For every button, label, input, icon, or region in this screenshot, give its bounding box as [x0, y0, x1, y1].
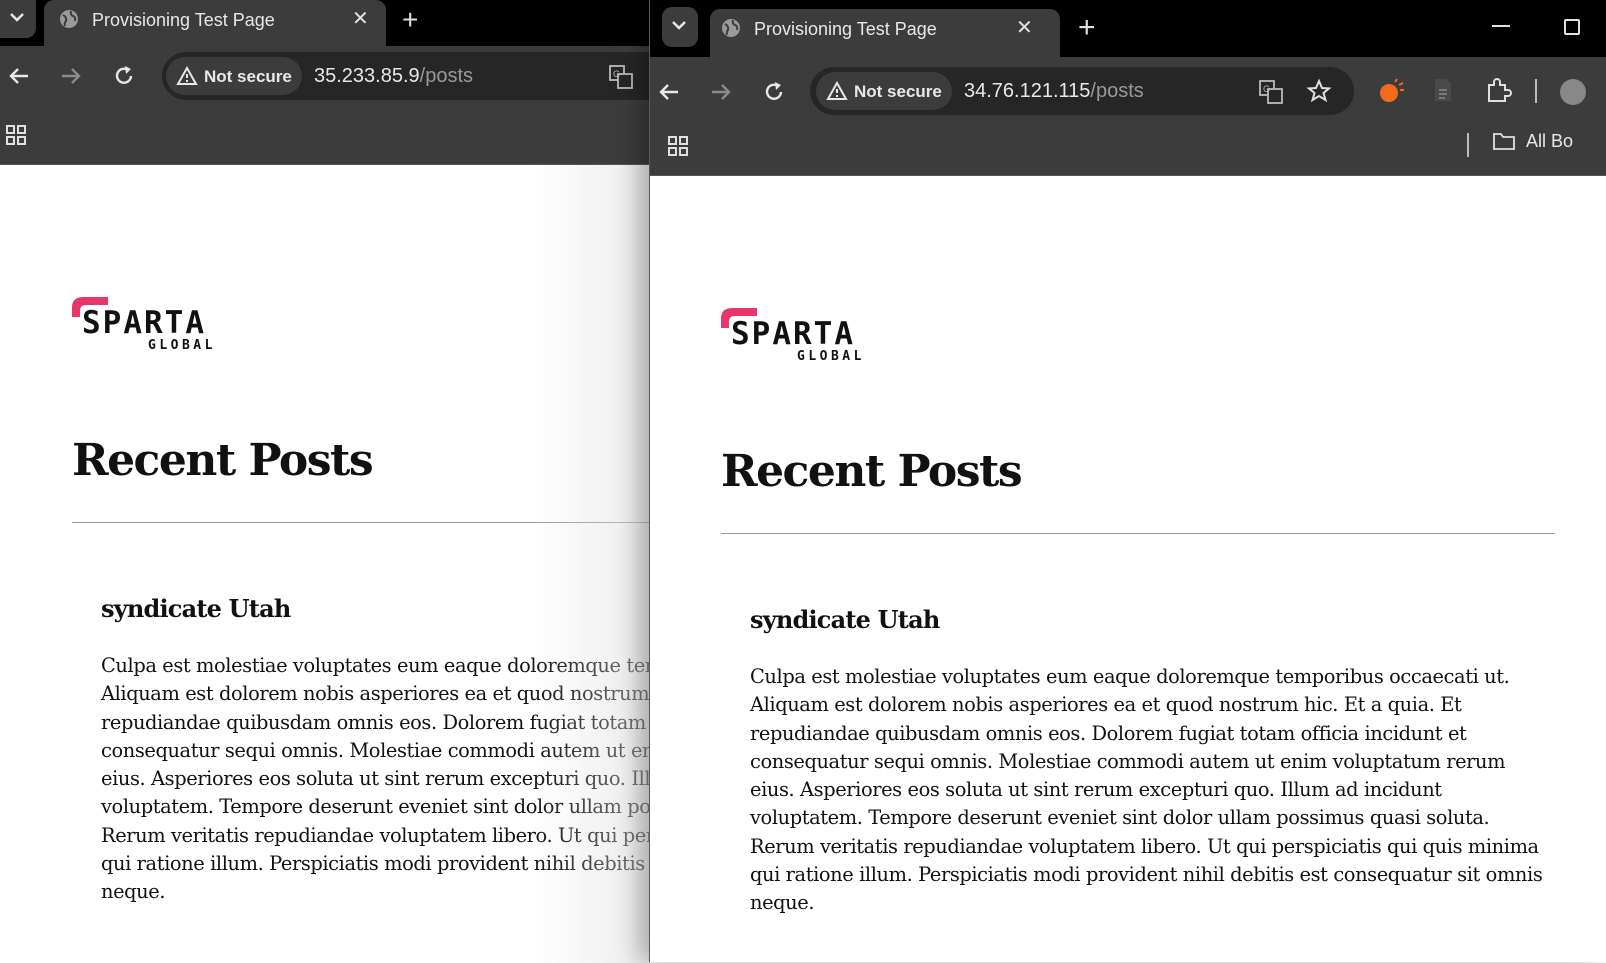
logo-main-text: SPARTA	[731, 316, 855, 352]
maximize-icon[interactable]	[1564, 19, 1580, 35]
svg-text:G: G	[1263, 84, 1270, 94]
globe-icon	[722, 19, 740, 37]
toolbar-separator	[1535, 79, 1537, 103]
post-line: qui ratione illum. Perspiciatis modi pro…	[750, 863, 1543, 887]
logo-sub-text: GLOBAL	[148, 338, 216, 351]
reload-icon[interactable]	[111, 63, 137, 89]
url-path: /posts	[419, 65, 474, 87]
url-path: /posts	[1090, 80, 1144, 102]
plus-icon[interactable]: +	[1078, 11, 1096, 45]
all-bookmarks-label: All Bo	[1526, 131, 1574, 151]
apps-grid-icon[interactable]	[667, 135, 689, 157]
sparta-logo[interactable]: SPARTA GLOBAL	[70, 295, 220, 351]
plus-icon[interactable]: +	[402, 4, 418, 36]
extension-icon[interactable]	[1378, 77, 1406, 105]
post-line: Rerum veritatis repudiandae voluptatem l…	[750, 834, 1539, 858]
security-chip[interactable]: Not secure	[816, 72, 952, 110]
page-content: SPARTA GLOBAL Recent Posts syndicate Uta…	[650, 176, 1606, 962]
forward-icon[interactable]	[708, 79, 734, 105]
post-line: neque.	[101, 880, 166, 904]
post-line: eius. Asperiores eos soluta ut sint reru…	[750, 778, 1442, 802]
logo-sub-text: GLOBAL	[797, 349, 865, 362]
document-extension-icon[interactable]	[1432, 77, 1454, 103]
bookmarks-bar: All Bo	[650, 117, 1606, 176]
security-chip[interactable]: Not secure	[166, 57, 302, 95]
apps-grid-icon[interactable]	[5, 124, 27, 146]
bookmarks-separator	[1467, 133, 1469, 157]
page-content: SPARTA GLOBAL Recent Posts syndicate Uta…	[0, 165, 650, 963]
post-title[interactable]: syndicate Utah	[750, 605, 940, 634]
post-line: voluptatem. Tempore deserunt eveniet sin…	[101, 795, 650, 819]
translate-icon[interactable]: G	[608, 64, 634, 90]
security-label: Not secure	[854, 82, 942, 101]
forward-icon[interactable]	[58, 63, 84, 89]
post-line: consequatur sequi omnis. Molestiae commo…	[750, 749, 1506, 773]
bookmarks-bar	[0, 106, 650, 165]
folder-icon	[1493, 133, 1515, 150]
post-line: qui ratione illum. Perspiciatis modi pro…	[101, 852, 650, 876]
page-heading: Recent Posts	[721, 446, 1023, 497]
post-line: repudiandae quibusdam omnis eos. Dolorem…	[750, 721, 1467, 745]
toolbar: Not secure 34.76.121.115/posts G	[650, 57, 1606, 117]
post-body: Culpa est molestiae voluptates eum eaque…	[750, 663, 1543, 918]
url-host: 35.233.85.9	[314, 65, 420, 87]
globe-icon	[60, 10, 78, 28]
post-line: Aliquam est dolorem nobis asperiores ea …	[101, 682, 650, 706]
chevron-down-icon	[672, 21, 686, 30]
page-heading: Recent Posts	[72, 435, 374, 486]
toolbar: Not secure 35.233.85.9/posts G	[0, 46, 650, 106]
sparta-logo[interactable]: SPARTA GLOBAL	[719, 306, 869, 362]
tab-provisioning[interactable]: Provisioning Test Page ✕	[44, 0, 386, 46]
post-line: consequatur sequi omnis. Molestiae commo…	[101, 738, 650, 762]
divider	[72, 522, 650, 523]
back-icon[interactable]	[6, 63, 32, 89]
tab-strip: Provisioning Test Page ✕ +	[650, 0, 1606, 57]
tab-title: Provisioning Test Page	[754, 19, 937, 39]
url-text[interactable]: 35.233.85.9/posts	[314, 65, 473, 88]
post-line: eius. Asperiores eos soluta ut sint reru…	[101, 767, 650, 791]
post-line: voluptatem. Tempore deserunt eveniet sin…	[750, 806, 1490, 830]
tab-provisioning[interactable]: Provisioning Test Page ✕	[710, 9, 1060, 57]
post-line: Culpa est molestiae voluptates eum eaque…	[750, 665, 1510, 688]
url-host: 34.76.121.115	[964, 80, 1091, 102]
svg-text:G: G	[613, 69, 620, 79]
url-text[interactable]: 34.76.121.115/posts	[964, 80, 1144, 103]
post-line: Aliquam est dolorem nobis asperiores ea …	[750, 693, 1462, 717]
minimize-icon[interactable]	[1492, 25, 1510, 27]
post-line: Rerum veritatis repudiandae voluptatem l…	[101, 823, 650, 847]
post-line: neque.	[750, 891, 815, 915]
right-browser-window: Provisioning Test Page ✕ + Not secure 34…	[649, 0, 1606, 962]
left-browser-window: Provisioning Test Page ✕ + Not secure 35…	[0, 0, 650, 963]
post-body: Culpa est molestiae voluptates eum eaque…	[101, 652, 650, 907]
divider	[721, 533, 1555, 534]
star-icon[interactable]	[1306, 78, 1332, 104]
address-bar[interactable]: Not secure 34.76.121.115/posts G	[810, 67, 1354, 115]
tab-search-button[interactable]	[0, 0, 36, 38]
post-line: Culpa est molestiae voluptates eum eaque…	[101, 654, 650, 677]
all-bookmarks-button[interactable]: All Bo	[1492, 131, 1573, 152]
back-icon[interactable]	[656, 79, 682, 105]
puzzle-icon[interactable]	[1484, 77, 1512, 105]
close-icon[interactable]: ✕	[1016, 15, 1033, 40]
tab-title: Provisioning Test Page	[92, 10, 275, 30]
post-title[interactable]: syndicate Utah	[101, 594, 291, 623]
post-line: repudiandae quibusdam omnis eos. Dolorem…	[101, 710, 650, 734]
address-bar[interactable]: Not secure 35.233.85.9/posts G	[162, 52, 650, 100]
avatar[interactable]	[1560, 79, 1586, 105]
warning-icon	[826, 81, 848, 100]
tab-search-button[interactable]	[662, 7, 698, 47]
logo-main-text: SPARTA	[82, 305, 206, 341]
reload-icon[interactable]	[761, 79, 787, 105]
chevron-down-icon	[10, 13, 24, 22]
translate-icon[interactable]: G	[1258, 79, 1284, 105]
tab-strip: Provisioning Test Page ✕ +	[0, 0, 650, 46]
close-icon[interactable]: ✕	[352, 6, 369, 31]
warning-icon	[176, 66, 198, 85]
security-label: Not secure	[204, 67, 292, 86]
